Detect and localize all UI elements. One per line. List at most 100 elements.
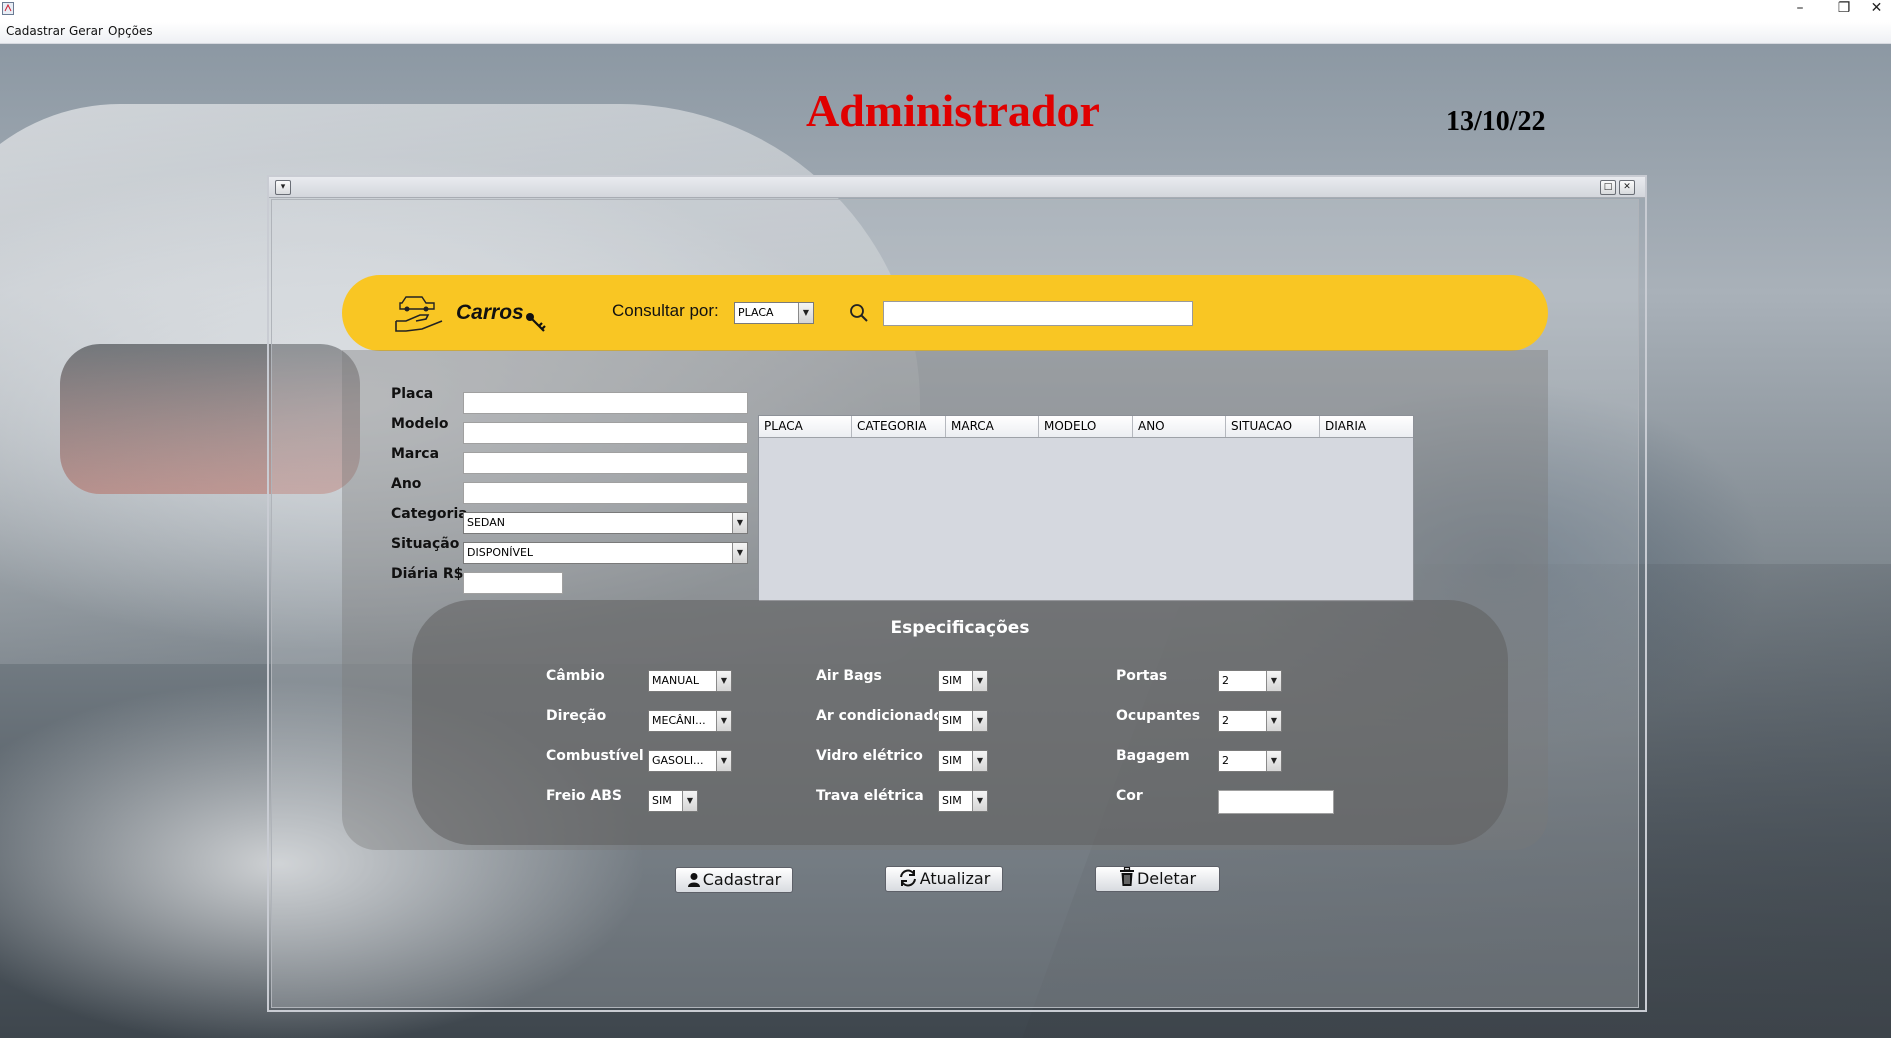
trava-eletrica-select[interactable]: SIM ▼ (938, 790, 988, 812)
chevron-down-icon: ▼ (732, 543, 747, 563)
date-label: 13/10/22 (1446, 106, 1546, 137)
ano-label: Ano (391, 476, 422, 492)
user-icon (687, 873, 700, 887)
direcao-select[interactable]: MECÂNI... ▼ (648, 710, 732, 732)
bagagem-select[interactable]: 2 ▼ (1218, 750, 1282, 772)
direcao-label: Direção (546, 708, 607, 724)
cambio-label: Câmbio (546, 668, 605, 684)
trava-eletrica-value: SIM (942, 794, 962, 807)
ar-condicionado-value: SIM (942, 714, 962, 727)
consult-label: Consultar por: (612, 301, 719, 320)
portas-value: 2 (1222, 674, 1229, 687)
airbags-label: Air Bags (816, 668, 882, 684)
trash-icon (1119, 866, 1134, 886)
deletar-button[interactable]: Deletar (1095, 866, 1220, 892)
cadastrar-button[interactable]: Cadastrar (675, 867, 793, 893)
direcao-value: MECÂNI... (652, 714, 706, 727)
freio-abs-select[interactable]: SIM ▼ (648, 790, 698, 812)
modelo-input[interactable] (463, 422, 748, 444)
chevron-down-icon: ▼ (1266, 671, 1281, 691)
specifications-panel: Especificações Câmbio MANUAL ▼ Direção M… (412, 600, 1508, 845)
situacao-select[interactable]: DISPONÍVEL ▼ (463, 542, 748, 564)
ocupantes-label: Ocupantes (1116, 708, 1201, 724)
cor-input[interactable] (1218, 790, 1334, 814)
consult-by-select[interactable]: PLACA ▼ (734, 302, 814, 324)
ocupantes-value: 2 (1222, 714, 1229, 727)
airbags-select[interactable]: SIM ▼ (938, 670, 988, 692)
combustivel-value: GASOLI... (652, 754, 704, 767)
refresh-icon (899, 869, 916, 887)
internal-frame-body: Carros Consultar por: PLACA ▼ Placa Mode… (271, 199, 1639, 1008)
column-header-diaria[interactable]: DIARIA (1320, 416, 1413, 437)
chevron-down-icon: ▼ (1266, 751, 1281, 771)
column-header-modelo[interactable]: MODELO (1039, 416, 1133, 437)
atualizar-label: Atualizar (919, 869, 991, 888)
placa-input[interactable] (463, 392, 748, 414)
chevron-down-icon: ▼ (798, 303, 813, 323)
restore-button[interactable]: ❐ (1824, 0, 1864, 22)
modelo-label: Modelo (391, 416, 449, 432)
menu-cadastrar[interactable]: Cadastrar (6, 24, 65, 38)
desktop-background: Administrador 13/10/22 ▾ □ ✕ Carros Cons… (0, 44, 1891, 1038)
vidro-eletrico-select[interactable]: SIM ▼ (938, 750, 988, 772)
vidro-eletrico-value: SIM (942, 754, 962, 767)
search-input[interactable] (883, 301, 1193, 326)
chevron-down-icon: ▼ (716, 711, 731, 731)
diaria-input[interactable] (463, 572, 563, 594)
chevron-down-icon: ▼ (682, 791, 697, 811)
column-header-categoria[interactable]: CATEGORIA (852, 416, 946, 437)
internal-frame-titlebar[interactable]: ▾ □ ✕ (269, 177, 1645, 198)
ar-condicionado-label: Ar condicionado (816, 708, 944, 724)
marca-input[interactable] (463, 452, 748, 474)
deletar-label: Deletar (1136, 869, 1197, 888)
page-title: Carros (456, 301, 524, 324)
combustivel-select[interactable]: GASOLI... ▼ (648, 750, 732, 772)
frame-maximize-button[interactable]: □ (1600, 180, 1616, 195)
bagagem-value: 2 (1222, 754, 1229, 767)
ano-input[interactable] (463, 482, 748, 504)
car-hand-key-icon (395, 296, 443, 332)
portas-label: Portas (1116, 668, 1168, 684)
cars-table[interactable]: PLACA CATEGORIA MARCA MODELO ANO SITUACA… (758, 415, 1414, 602)
chevron-down-icon: ▼ (972, 711, 987, 731)
specifications-title: Especificações (890, 618, 1030, 638)
menu-opcoes[interactable]: Opções (108, 24, 153, 38)
marca-label: Marca (391, 446, 440, 462)
chevron-down-icon: ▼ (732, 513, 747, 533)
trava-eletrica-label: Trava elétrica (816, 788, 924, 804)
frame-menu-button[interactable]: ▾ (275, 180, 291, 195)
column-header-situacao[interactable]: SITUACAO (1226, 416, 1320, 437)
cadastrar-label: Cadastrar (702, 870, 782, 889)
atualizar-button[interactable]: Atualizar (885, 866, 1003, 892)
categoria-select[interactable]: SEDAN ▼ (463, 512, 748, 534)
situacao-label: Situação (391, 536, 460, 552)
portas-select[interactable]: 2 ▼ (1218, 670, 1282, 692)
situacao-value: DISPONÍVEL (467, 546, 534, 559)
placa-label: Placa (391, 386, 434, 402)
freio-abs-label: Freio ABS (546, 788, 622, 804)
chevron-down-icon: ▼ (716, 671, 731, 691)
role-title: Administrador (806, 85, 1100, 136)
chevron-down-icon: ▼ (972, 751, 987, 771)
chevron-down-icon: ▼ (972, 791, 987, 811)
column-header-placa[interactable]: PLACA (759, 416, 852, 437)
menu-gerar[interactable]: Gerar (69, 24, 103, 38)
table-header: PLACA CATEGORIA MARCA MODELO ANO SITUACA… (759, 416, 1413, 438)
column-header-ano[interactable]: ANO (1133, 416, 1226, 437)
column-header-marca[interactable]: MARCA (946, 416, 1039, 437)
chevron-down-icon: ▼ (1266, 711, 1281, 731)
vidro-eletrico-label: Vidro elétrico (816, 748, 923, 764)
window-titlebar: – ❐ ✕ (0, 0, 1891, 22)
chevron-down-icon: ▼ (972, 671, 987, 691)
ocupantes-select[interactable]: 2 ▼ (1218, 710, 1282, 732)
ar-condicionado-select[interactable]: SIM ▼ (938, 710, 988, 732)
search-header-bar: Carros Consultar por: PLACA ▼ (342, 275, 1548, 351)
cambio-select[interactable]: MANUAL ▼ (648, 670, 732, 692)
close-button[interactable]: ✕ (1862, 0, 1891, 22)
internal-frame-carros: ▾ □ ✕ Carros Consultar por: PLACA ▼ Plac… (267, 175, 1647, 1012)
minimize-button[interactable]: – (1780, 0, 1820, 22)
bagagem-label: Bagagem (1116, 748, 1190, 764)
search-icon[interactable] (848, 302, 870, 324)
diaria-label: Diária R$ (391, 566, 464, 582)
frame-close-button[interactable]: ✕ (1619, 180, 1635, 195)
